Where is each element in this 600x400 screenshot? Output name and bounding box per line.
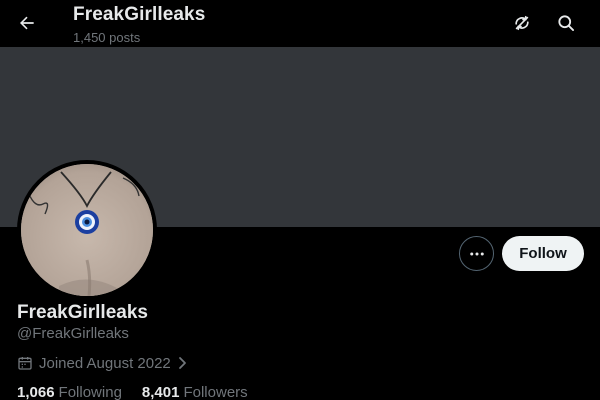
- following-link[interactable]: 1,066 Following: [17, 384, 122, 400]
- profile-header: FreakGirlleaks 1,450 posts: [0, 0, 600, 47]
- calendar-icon: [18, 357, 32, 370]
- search-icon: [558, 15, 574, 32]
- search-button[interactable]: [550, 7, 582, 39]
- followers-label: Followers: [183, 383, 248, 400]
- followers-link[interactable]: 8,401 Followers: [142, 384, 248, 400]
- profile-page: FreakGirlleaks 1,450 posts Follow FreakG…: [0, 0, 600, 400]
- joined-date: Joined August 2022: [39, 354, 171, 372]
- header-title: FreakGirlleaks: [73, 4, 206, 25]
- avatar[interactable]: [17, 160, 157, 300]
- avatar-image: [21, 164, 153, 296]
- followers-count: 8,401: [141, 383, 180, 400]
- follow-button[interactable]: Follow: [502, 236, 584, 271]
- post-count: 1,450 posts: [73, 30, 141, 45]
- header-titles: FreakGirlleaks 1,450 posts: [73, 4, 205, 47]
- follow-stats: 1,066 Following 8,401 Followers: [17, 382, 248, 400]
- arrow-left-icon: [20, 16, 34, 30]
- refresh-icon: [515, 15, 529, 31]
- joined-date-row[interactable]: Joined August 2022: [17, 353, 188, 373]
- display-name: FreakGirlleaks: [17, 302, 148, 323]
- back-button[interactable]: [11, 7, 43, 39]
- user-handle: @FreakGirlleaks: [17, 325, 129, 342]
- chevron-right-icon: [176, 356, 188, 370]
- following-count: 1,066: [17, 383, 55, 400]
- more-icon: [469, 252, 484, 255]
- refresh-button[interactable]: [506, 7, 538, 39]
- following-label: Following: [58, 383, 122, 400]
- more-options-button[interactable]: [459, 236, 494, 271]
